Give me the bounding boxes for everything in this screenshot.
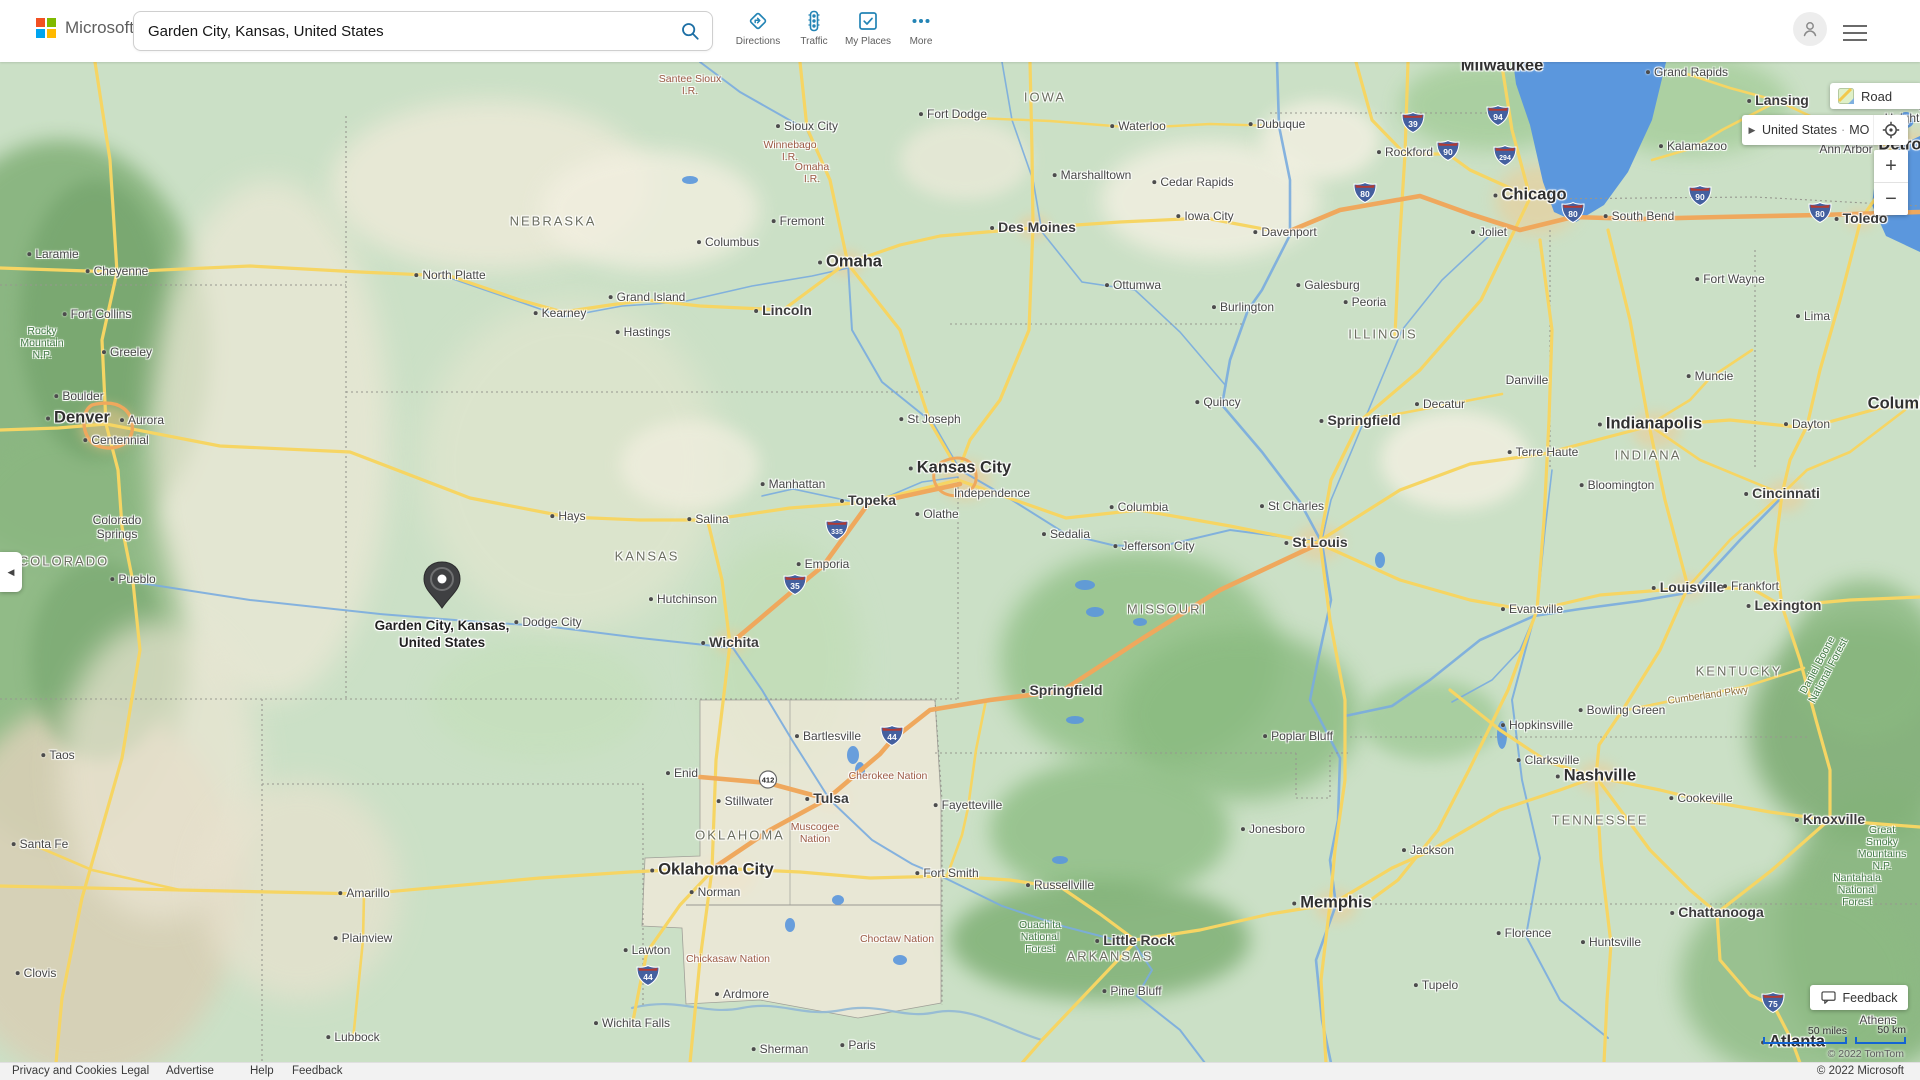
feedback-button[interactable]: Feedback xyxy=(1810,985,1908,1010)
breadcrumb-separator: · xyxy=(1841,123,1845,137)
highways-layer xyxy=(84,196,1920,869)
breadcrumb-country[interactable]: United States xyxy=(1762,123,1837,137)
search-icon xyxy=(680,21,700,41)
breadcrumb: ▶ United States · MO xyxy=(1742,115,1908,145)
map-style-button[interactable]: Road xyxy=(1830,83,1920,109)
my-places-icon xyxy=(840,8,896,34)
footer-link-privacy[interactable]: Privacy and Cookies xyxy=(12,1065,117,1077)
map-style-icon xyxy=(1838,88,1854,104)
footer-bar: Privacy and Cookies Legal Advertise Help… xyxy=(0,1062,1920,1080)
search-box[interactable] xyxy=(133,11,713,51)
footer-link-help[interactable]: Help xyxy=(250,1065,274,1077)
directions-label: Directions xyxy=(730,36,786,47)
directions-button[interactable]: Directions xyxy=(730,8,786,47)
map-scale: 50 miles 50 km xyxy=(1763,1024,1906,1044)
breadcrumb-text[interactable]: United States · MO xyxy=(1762,123,1873,137)
map-geometry xyxy=(0,0,1920,1080)
search-button[interactable] xyxy=(668,12,712,50)
map-canvas[interactable]: LaramieCheyenneFort CollinsRocky Mountai… xyxy=(0,0,1920,1080)
traffic-icon xyxy=(786,8,842,34)
locate-icon xyxy=(1882,121,1900,139)
pin-label: Garden City, Kansas, United States xyxy=(375,618,510,652)
menu-button[interactable] xyxy=(1843,20,1867,42)
more-icon xyxy=(893,8,949,34)
bing-maps-app: LaramieCheyenneFort CollinsRocky Mountai… xyxy=(0,0,1920,1080)
more-button[interactable]: More xyxy=(893,8,949,47)
header-bar: Microsoft Bing Directions xyxy=(0,0,1920,62)
my-places-label: My Places xyxy=(840,36,896,47)
my-places-button[interactable]: My Places xyxy=(840,8,896,47)
feedback-label: Feedback xyxy=(1843,991,1898,1005)
breadcrumb-expand-icon[interactable]: ▶ xyxy=(1742,125,1762,136)
zoom-controls: + − xyxy=(1874,150,1908,215)
user-avatar[interactable] xyxy=(1793,12,1827,46)
scale-km-label: 50 km xyxy=(1855,1024,1906,1036)
footer-link-legal[interactable]: Legal xyxy=(121,1065,149,1077)
directions-icon xyxy=(730,8,786,34)
rivers-layer xyxy=(140,62,1782,1063)
location-pin[interactable] xyxy=(420,560,464,610)
map-style-label: Road xyxy=(1861,89,1892,104)
traffic-label: Traffic xyxy=(786,36,842,47)
microsoft-logo-icon xyxy=(36,18,56,38)
zoom-in-button[interactable]: + xyxy=(1874,150,1908,183)
zoom-out-button[interactable]: − xyxy=(1874,183,1908,215)
feedback-bubble-icon xyxy=(1821,991,1836,1004)
footer-copyright: © 2022 Microsoft xyxy=(1817,1065,1904,1077)
state-borders-layer xyxy=(0,113,1920,1063)
tribal-nations-region xyxy=(642,700,941,1018)
roads-layer xyxy=(0,62,1920,1063)
footer-link-advertise[interactable]: Advertise xyxy=(166,1065,214,1077)
scale-miles-bar xyxy=(1763,1037,1847,1044)
scale-miles-label: 50 miles xyxy=(1763,1025,1847,1037)
map-attribution: © 2022 TomTom xyxy=(1828,1048,1904,1060)
locate-me-button[interactable] xyxy=(1873,115,1908,145)
footer-link-feedback[interactable]: Feedback xyxy=(292,1065,343,1077)
search-input[interactable] xyxy=(134,23,668,40)
traffic-button[interactable]: Traffic xyxy=(786,8,842,47)
more-label: More xyxy=(893,36,949,47)
side-panel-toggle[interactable]: ◀ xyxy=(0,552,22,592)
scale-km-bar xyxy=(1855,1037,1906,1044)
person-icon xyxy=(1800,19,1820,39)
breadcrumb-region[interactable]: MO xyxy=(1849,123,1869,137)
